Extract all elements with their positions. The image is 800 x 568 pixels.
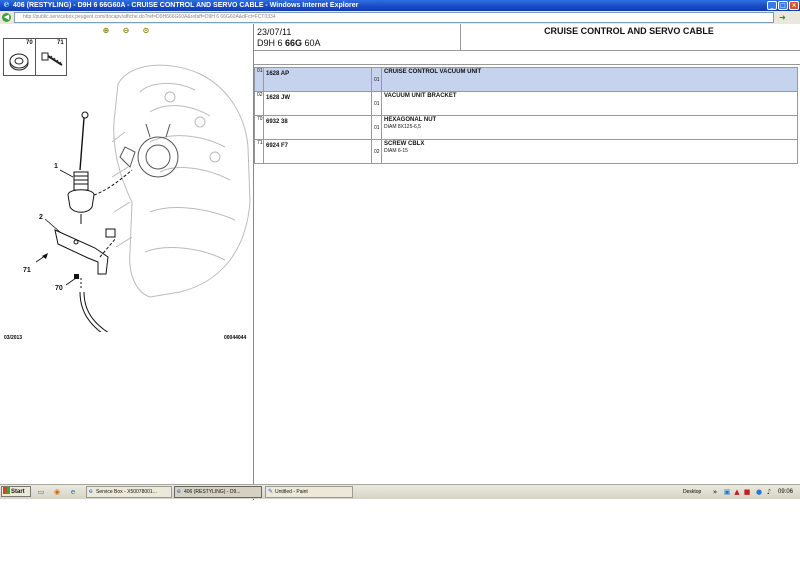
part-number[interactable]: 1628 AP <box>266 71 369 78</box>
callout-lines <box>35 169 79 286</box>
desktop-toolbar-label[interactable]: Desktop <box>683 486 701 498</box>
media-player-icon[interactable]: ◉ <box>52 487 62 497</box>
vacuum-hose <box>79 278 109 332</box>
part-number[interactable]: 1628 JW <box>266 95 369 102</box>
bluetooth-icon[interactable]: ● <box>755 488 763 496</box>
engine-intake-outline <box>111 64 251 298</box>
quantity: 02 <box>374 149 380 155</box>
part-spec: DIAM 6-15 <box>384 148 408 154</box>
window-title: 406 (RESTYLING) - D9H 6 66G60A - CRUISE … <box>13 2 359 9</box>
part-description: CRUISE CONTROL VACUUM UNIT <box>384 69 482 75</box>
internet-explorer-icon: e <box>3 0 10 10</box>
parts-pane: 23/07/11 D9H 6 66G 60A CRUISE CONTROL AN… <box>254 24 800 500</box>
security-alert-icon[interactable]: ▲ <box>733 488 741 496</box>
system-tray: Desktop » ▣ ▲ ■ ● ♪ 09:06 <box>681 486 799 498</box>
line-number: 01 <box>257 68 263 74</box>
diagram-reference: 00044044 <box>224 335 247 341</box>
browser-window: e 406 (RESTYLING) - D9H 6 66G60A - CRUIS… <box>0 0 800 500</box>
part-description: VACUUM UNIT BRACKET <box>384 93 457 99</box>
diagram-pane: ⊕ ⊖ ⊙ 70 71 1 2 71 70 03/2013 00044044 <box>0 24 254 500</box>
line-number: 70 <box>257 116 263 122</box>
quantity: 01 <box>374 125 380 131</box>
zoom-out-icon[interactable]: ⊖ <box>120 26 132 36</box>
desktop-chevron-icon[interactable]: » <box>711 488 719 496</box>
zoom-fit-icon[interactable]: ⊙ <box>140 26 152 36</box>
title-bar: e 406 (RESTYLING) - D9H 6 66G60A - CRUIS… <box>0 0 800 11</box>
table-row[interactable]: 71 6924 F7 02 SCREW CBLX DIAM 6-15 <box>254 139 798 164</box>
callout-1: 1 <box>54 163 58 170</box>
zoom-in-icon[interactable]: ⊕ <box>100 26 112 36</box>
address-bar: ◀ http://public.servicebox.peugeot.com/d… <box>0 11 800 25</box>
quantity: 01 <box>374 101 380 107</box>
legend-code-nut: 70 <box>26 40 33 46</box>
clock: 09:06 <box>778 489 794 495</box>
callout-71: 71 <box>23 267 31 274</box>
network-icon[interactable]: ▣ <box>723 488 731 496</box>
internet-explorer-quicklaunch-icon[interactable]: e <box>68 487 78 497</box>
line-number: 02 <box>257 92 263 98</box>
start-button[interactable]: Start <box>1 486 31 497</box>
parts-table: 01 1628 AP 01 CRUISE CONTROL VACUUM UNIT… <box>254 67 798 164</box>
volume-icon[interactable]: ♪ <box>765 488 773 496</box>
taskbar: Start ▭ ◉ e e Service Box - X50078001... … <box>0 484 800 499</box>
line-number: 71 <box>257 140 263 146</box>
task-406-restyling[interactable]: e 406 (RESTYLING) - D9... <box>174 486 262 498</box>
ie-task-icon: e <box>177 488 181 495</box>
url-field[interactable]: http://public.servicebox.peugeot.com/doc… <box>14 12 774 23</box>
table-row[interactable]: 02 1628 JW 01 VACUUM UNIT BRACKET <box>254 91 798 116</box>
maximize-button[interactable]: □ <box>778 1 788 10</box>
page-title: CRUISE CONTROL AND SERVO CABLE <box>544 26 714 36</box>
antivirus-icon[interactable]: ■ <box>743 488 751 496</box>
windows-logo-icon <box>3 487 10 494</box>
legend-code-screw: 71 <box>57 40 64 46</box>
engine-code: D9H 6 66G 60A <box>257 38 321 48</box>
page-content: ⊕ ⊖ ⊙ 70 71 1 2 71 70 03/2013 00044044 2… <box>0 24 800 500</box>
catalog-date: 23/07/11 <box>257 27 292 37</box>
exploded-parts-diagram: 1 2 71 70 <box>23 64 251 332</box>
bracket-part <box>54 228 117 275</box>
part-description: SCREW CBLX <box>384 141 425 147</box>
zoom-toolbar: ⊕ ⊖ ⊙ <box>100 26 152 36</box>
part-description: HEXAGONAL NUT <box>384 117 437 123</box>
part-number[interactable]: 6924 F7 <box>266 143 369 150</box>
callout-70: 70 <box>55 285 63 292</box>
quantity: 01 <box>374 77 380 83</box>
table-row[interactable]: 01 1628 AP 01 CRUISE CONTROL VACUUM UNIT <box>254 67 798 92</box>
show-desktop-icon[interactable]: ▭ <box>36 487 46 497</box>
close-button[interactable]: × <box>789 1 799 10</box>
minimize-button[interactable]: _ <box>767 1 777 10</box>
task-paint[interactable]: ✎ Untitled - Paint <box>265 486 353 498</box>
ie-task-icon: e <box>89 488 93 495</box>
part-number[interactable]: 6932 38 <box>266 119 369 126</box>
task-service-box[interactable]: e Service Box - X50078001... <box>86 486 172 498</box>
table-row[interactable]: 70 6932 38 01 HEXAGONAL NUT DIAM 8X125-6,… <box>254 115 798 140</box>
callout-2: 2 <box>39 214 43 221</box>
go-arrow-icon[interactable]: ➜ <box>778 13 787 22</box>
back-arrow-icon[interactable]: ◀ <box>2 13 11 22</box>
paint-icon: ✎ <box>268 488 274 495</box>
part-spec: DIAM 8X125-6,5 <box>384 124 421 130</box>
diagram-date: 03/2013 <box>4 335 23 341</box>
window-controls: _ □ × <box>767 1 799 10</box>
